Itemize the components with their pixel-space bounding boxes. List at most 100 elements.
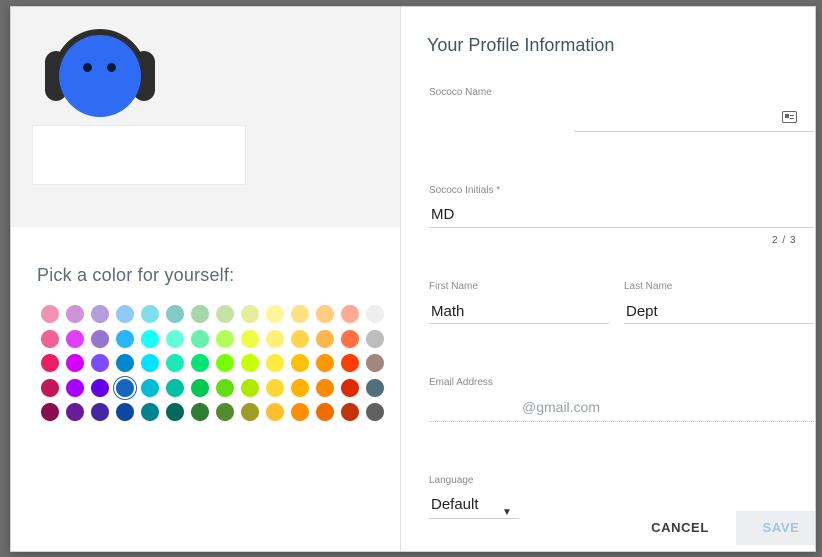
color-swatch[interactable] [66,378,84,397]
first-name-input[interactable]: Math [431,303,464,320]
avatar-left-eye [83,63,92,72]
save-button[interactable]: SAVE [736,511,815,545]
color-swatch[interactable] [341,354,359,372]
profile-form: Your Profile Information Sococo Name Soc… [402,7,815,551]
color-swatch[interactable] [216,329,234,348]
color-swatch[interactable] [191,354,209,372]
color-swatch[interactable] [291,378,309,397]
color-swatch[interactable] [291,329,309,348]
color-swatch[interactable] [291,354,309,372]
cancel-button[interactable]: CANCEL [640,511,720,545]
color-swatch[interactable] [166,403,184,421]
color-swatch[interactable] [116,378,134,397]
language-underline [429,518,519,519]
color-swatch[interactable] [366,403,384,421]
color-swatch[interactable] [191,403,209,421]
color-swatch[interactable] [316,354,334,372]
color-swatch[interactable] [91,403,109,421]
color-swatch[interactable] [166,354,184,372]
color-swatch[interactable] [366,329,384,348]
color-swatch[interactable] [41,403,59,421]
color-swatch[interactable] [316,403,334,421]
color-swatch[interactable] [41,305,59,323]
avatar[interactable] [45,23,155,119]
color-swatch[interactable] [216,403,234,421]
email-label: Email Address [429,377,493,388]
color-swatch[interactable] [91,329,109,348]
color-swatch[interactable] [241,354,259,372]
color-swatch[interactable] [316,378,334,397]
color-swatch[interactable] [216,305,234,323]
color-swatch[interactable] [116,329,134,348]
first-name-underline [429,323,609,324]
color-swatch[interactable] [316,305,334,323]
color-swatch[interactable] [41,354,59,372]
last-name-underline [624,323,814,324]
color-swatch[interactable] [191,305,209,323]
color-swatch[interactable] [291,305,309,323]
color-swatch[interactable] [116,354,134,372]
color-swatch[interactable] [241,305,259,323]
initials-counter: 2 / 3 [772,235,797,246]
color-swatch[interactable] [366,378,384,397]
color-palette [41,305,384,421]
color-swatch[interactable] [66,354,84,372]
color-swatch[interactable] [366,354,384,372]
color-swatch[interactable] [116,305,134,323]
initials-underline [429,227,814,228]
color-swatch[interactable] [266,329,284,348]
color-swatch[interactable] [166,329,184,348]
avatar-name-box [32,125,246,185]
color-swatch[interactable] [191,378,209,397]
email-underline [429,421,814,422]
left-panel: Pick a color for yourself: [11,7,401,551]
color-swatch[interactable] [66,329,84,348]
color-swatch[interactable] [91,354,109,372]
color-swatch[interactable] [366,305,384,323]
color-swatch[interactable] [41,378,59,397]
profile-title: Your Profile Information [427,35,615,55]
color-swatch[interactable] [241,378,259,397]
color-swatch[interactable] [316,329,334,348]
last-name-input[interactable]: Dept [626,303,658,320]
color-swatch[interactable] [141,378,159,397]
color-swatch[interactable] [116,403,134,421]
color-swatch[interactable] [91,378,109,397]
color-swatch[interactable] [141,403,159,421]
color-swatch[interactable] [216,354,234,372]
color-swatch[interactable] [266,378,284,397]
email-input[interactable]: @gmail.com [522,399,600,415]
color-swatch[interactable] [141,329,159,348]
first-name-label: First Name [429,281,478,292]
initials-input[interactable]: MD [431,206,454,223]
avatar-head [59,35,141,117]
profile-dialog: Pick a color for yourself: Your Profile … [10,6,816,552]
color-swatch[interactable] [41,329,59,348]
color-swatch[interactable] [266,305,284,323]
color-swatch[interactable] [141,305,159,323]
color-swatch[interactable] [191,329,209,348]
id-card-icon[interactable] [782,111,797,123]
color-swatch[interactable] [341,305,359,323]
color-swatch[interactable] [341,329,359,348]
color-swatch[interactable] [291,403,309,421]
dropdown-arrow-icon[interactable]: ▼ [502,507,512,518]
color-swatch[interactable] [266,354,284,372]
sococo-name-label: Sococo Name [429,87,492,98]
color-swatch[interactable] [66,403,84,421]
initials-label: Sococo Initials * [429,185,501,196]
last-name-label: Last Name [624,281,673,292]
color-swatch[interactable] [266,403,284,421]
language-select[interactable]: Default [431,496,479,513]
color-swatch[interactable] [66,305,84,323]
color-swatch[interactable] [241,329,259,348]
color-swatch[interactable] [166,305,184,323]
color-swatch[interactable] [141,354,159,372]
color-swatch[interactable] [341,403,359,421]
color-swatch[interactable] [241,403,259,421]
color-swatch[interactable] [341,378,359,397]
pick-color-label: Pick a color for yourself: [37,265,235,285]
color-swatch[interactable] [216,378,234,397]
color-swatch[interactable] [91,305,109,323]
color-swatch[interactable] [166,378,184,397]
